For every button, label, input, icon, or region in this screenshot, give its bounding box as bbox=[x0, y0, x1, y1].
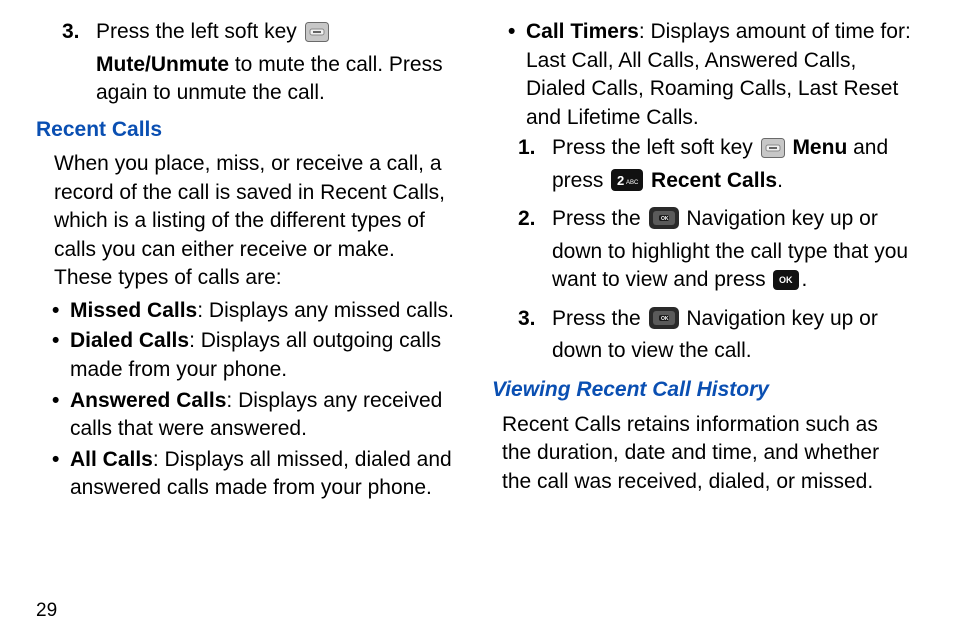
step-body: Press the left soft key Mute/Unmute to m… bbox=[96, 18, 456, 108]
bullet-label: Missed Calls bbox=[70, 299, 197, 322]
step-text-pre: Press the bbox=[552, 307, 647, 330]
bullet-label: Call Timers bbox=[526, 20, 639, 43]
bullet-dialed: • Dialed Calls: Displays all outgoing ca… bbox=[52, 327, 456, 384]
bullet-answered: • Answered Calls: Displays any received … bbox=[52, 387, 456, 444]
heading-recent-calls: Recent Calls bbox=[36, 116, 456, 145]
step-body: Press the OK Navigation key up or down t… bbox=[552, 305, 912, 366]
navigation-key-icon: OK bbox=[649, 307, 679, 338]
bullet-label: Dialed Calls bbox=[70, 329, 189, 352]
recent-calls-paragraph: When you place, miss, or receive a call,… bbox=[54, 150, 456, 293]
step-2-nav: 2. Press the OK Navigation key up or dow… bbox=[518, 205, 912, 299]
step-body: Press the left soft key Menu and press bbox=[552, 134, 912, 199]
step-text-pre: Press the left soft key bbox=[96, 20, 303, 43]
step-number: 3. bbox=[62, 18, 96, 108]
bullet-body: All Calls: Displays all missed, dialed a… bbox=[70, 446, 456, 503]
left-soft-key-icon bbox=[305, 22, 329, 51]
right-column: • Call Timers: Displays amount of time f… bbox=[492, 18, 912, 578]
bullet-all: • All Calls: Displays all missed, dialed… bbox=[52, 446, 456, 503]
bullet-body: Dialed Calls: Displays all outgoing call… bbox=[70, 327, 456, 384]
svg-text:OK: OK bbox=[661, 316, 669, 322]
bullet-body: Call Timers: Displays amount of time for… bbox=[526, 18, 912, 132]
bullet-dot: • bbox=[52, 297, 70, 326]
svg-text:ABC: ABC bbox=[626, 180, 639, 186]
two-columns: 3. Press the left soft key Mute/Unmute t… bbox=[36, 18, 918, 578]
bullet-label: Answered Calls bbox=[70, 389, 226, 412]
two-abc-key-icon: 2 ABC bbox=[611, 169, 643, 200]
step-3-nav: 3. Press the OK Navigation key up or dow… bbox=[518, 305, 912, 366]
bullet-call-timers: • Call Timers: Displays amount of time f… bbox=[508, 18, 912, 132]
step-text-pre: Press the bbox=[552, 207, 647, 230]
bullet-missed: • Missed Calls: Displays any missed call… bbox=[52, 297, 456, 326]
step-3-mute: 3. Press the left soft key Mute/Unmute t… bbox=[62, 18, 456, 108]
heading-viewing-history: Viewing Recent Call History bbox=[492, 376, 912, 405]
bullet-dot: • bbox=[52, 327, 70, 384]
manual-page: 3. Press the left soft key Mute/Unmute t… bbox=[0, 0, 954, 636]
step-bold-recent: Recent Calls bbox=[651, 169, 777, 192]
step-number: 1. bbox=[518, 134, 552, 199]
step-body: Press the OK Navigation key up or down t… bbox=[552, 205, 912, 299]
left-column: 3. Press the left soft key Mute/Unmute t… bbox=[36, 18, 456, 578]
step-bold-menu: Menu bbox=[792, 136, 847, 159]
bullet-text: : Displays any missed calls. bbox=[197, 299, 454, 322]
bullet-dot: • bbox=[508, 18, 526, 132]
viewing-history-paragraph: Recent Calls retains information such as… bbox=[502, 411, 912, 497]
step-number: 3. bbox=[518, 305, 552, 366]
navigation-key-icon: OK bbox=[649, 207, 679, 238]
svg-text:2: 2 bbox=[617, 173, 624, 188]
step-text-pre: Press the left soft key bbox=[552, 136, 759, 159]
step-number: 2. bbox=[518, 205, 552, 299]
svg-text:OK: OK bbox=[779, 275, 793, 285]
bullet-label: All Calls bbox=[70, 448, 153, 471]
step-bold-mute: Mute/Unmute bbox=[96, 53, 229, 76]
bullet-body: Missed Calls: Displays any missed calls. bbox=[70, 297, 456, 326]
page-number: 29 bbox=[36, 600, 57, 622]
step-text-end: . bbox=[777, 169, 783, 192]
bullet-dot: • bbox=[52, 446, 70, 503]
step-text-end: . bbox=[801, 268, 807, 291]
bullet-body: Answered Calls: Displays any received ca… bbox=[70, 387, 456, 444]
svg-text:OK: OK bbox=[661, 216, 669, 222]
bullet-dot: • bbox=[52, 387, 70, 444]
step-1-menu: 1. Press the left soft key Menu and pres… bbox=[518, 134, 912, 199]
left-soft-key-icon bbox=[761, 138, 785, 167]
ok-key-icon: OK bbox=[773, 270, 799, 299]
